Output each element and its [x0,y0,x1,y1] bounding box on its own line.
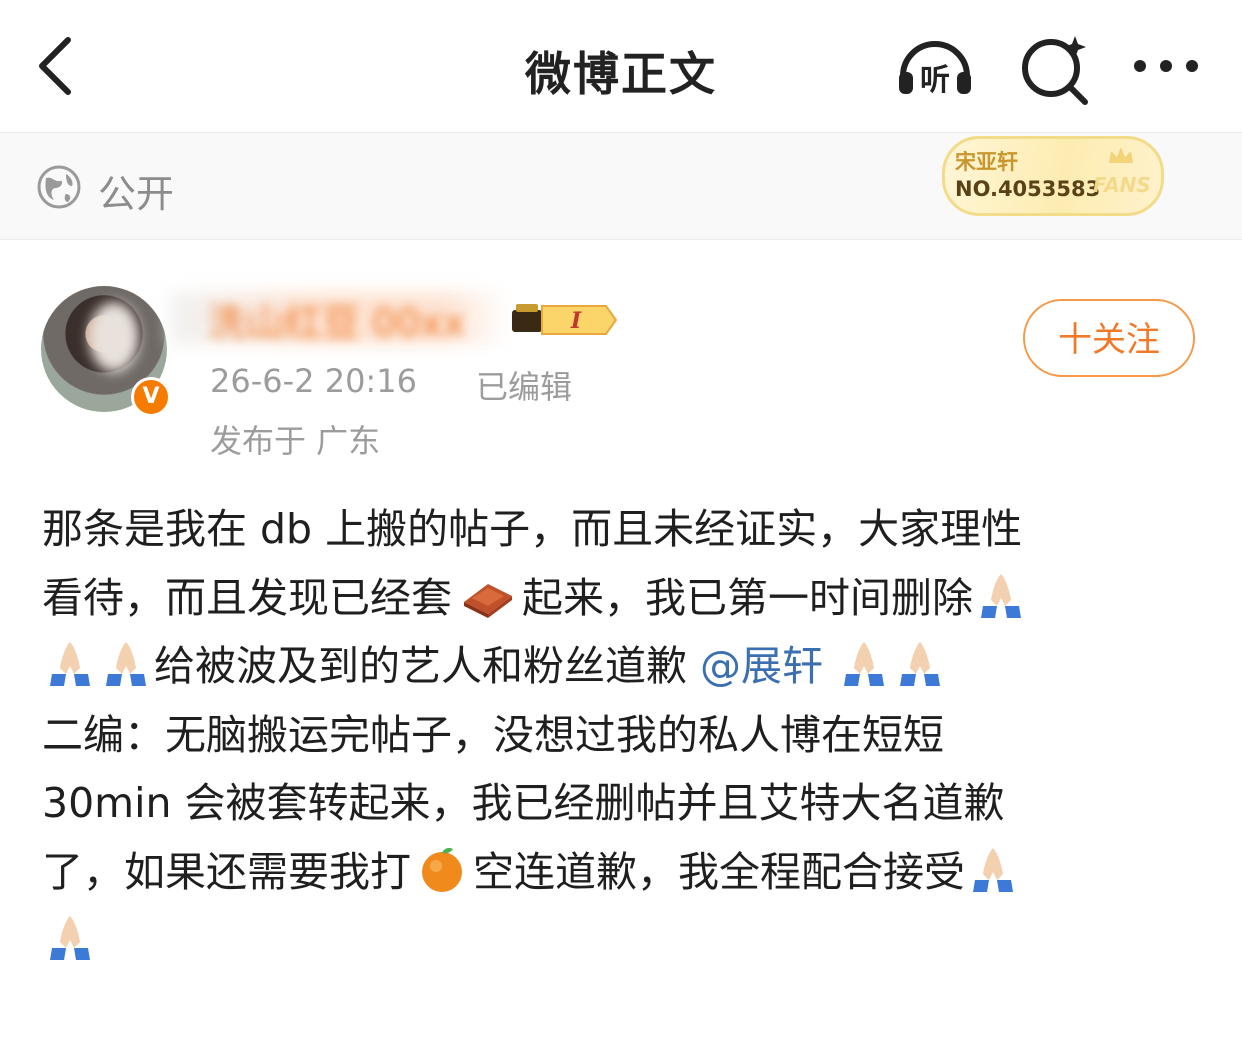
pray-emoji [106,642,146,686]
search-icon[interactable] [1015,30,1099,106]
svg-text:听: 听 [920,63,950,98]
post-line [42,906,1212,975]
pray-emoji [50,642,90,686]
pray-emoji [50,916,90,960]
more-icon[interactable] [1128,30,1208,106]
post-line: 看待，而且发现已经套 起来，我已第一时间删除 [42,564,1212,633]
fans-badge-mark: FANS [1093,173,1151,197]
post-text: 30min 会被套转起来，我已经删帖并且艾特大名道歉 [42,779,1005,827]
top-navbar: 微博正文 听 [0,0,1242,133]
post-text: 空连道歉，我全程配合接受 [473,847,965,896]
post-line: 那条是我在 db 上搬的帖子，而且未经证实，大家理性 [42,495,1212,564]
svg-text:I: I [570,308,582,334]
post-text: 给被波及到的艺人和粉丝道歉 [154,642,701,690]
listen-icon[interactable]: 听 [893,30,977,106]
post-content: 那条是我在 db 上搬的帖子，而且未经证实，大家理性 看待，而且发现已经套 起来… [42,495,1212,975]
pray-emoji [981,573,1021,618]
pray-emoji [900,642,941,686]
crown-icon [1109,147,1133,163]
post-line: 了，如果还需要我打 空连道歉，我全程配合接受 [42,838,1212,907]
post-text: 了，如果还需要我打 [42,847,411,896]
fans-badge[interactable]: 宋亚轩 NO.4053583 FANS [942,136,1164,216]
orange-emoji [422,847,462,892]
author-name[interactable]: 洗山红豆 00xx [208,292,508,348]
edited-label[interactable]: 已编辑 [476,362,572,408]
post-text: 那条是我在 db 上搬的帖子，而且未经证实，大家理性 [42,505,1023,553]
avatar-blur [89,302,139,372]
post-timestamp: 26-6-2 20:16 [210,362,417,400]
post-location: 发布于 广东 [210,422,381,460]
visibility-label: 公开 [98,172,175,216]
follow-button[interactable]: 十关注 [1023,299,1195,377]
post-line: 30min 会被套转起来，我已经删帖并且艾特大名道歉 [42,769,1212,838]
pray-emoji [973,847,1013,892]
post-text: 二编：无脑搬运完帖子，没想过我的私人博在短短 [42,710,944,759]
mention-link[interactable]: @展轩 [700,642,823,690]
user-level-badge: I [512,304,618,335]
post-text: 看待，而且发现已经套 [42,573,452,622]
fans-badge-name: 宋亚轩 [955,150,1018,174]
verified-badge: V [131,377,171,417]
brick-emoji [464,583,512,618]
fans-badge-number: NO.4053583 [955,177,1101,201]
post-line: 二编：无脑搬运完帖子，没想过我的私人博在短短 [42,701,1212,770]
post-line: 给被波及到的艺人和粉丝道歉 @展轩 [42,632,1212,701]
pray-emoji [844,642,885,686]
globe-icon [37,165,81,209]
post-text: 起来，我已第一时间删除 [522,573,973,622]
